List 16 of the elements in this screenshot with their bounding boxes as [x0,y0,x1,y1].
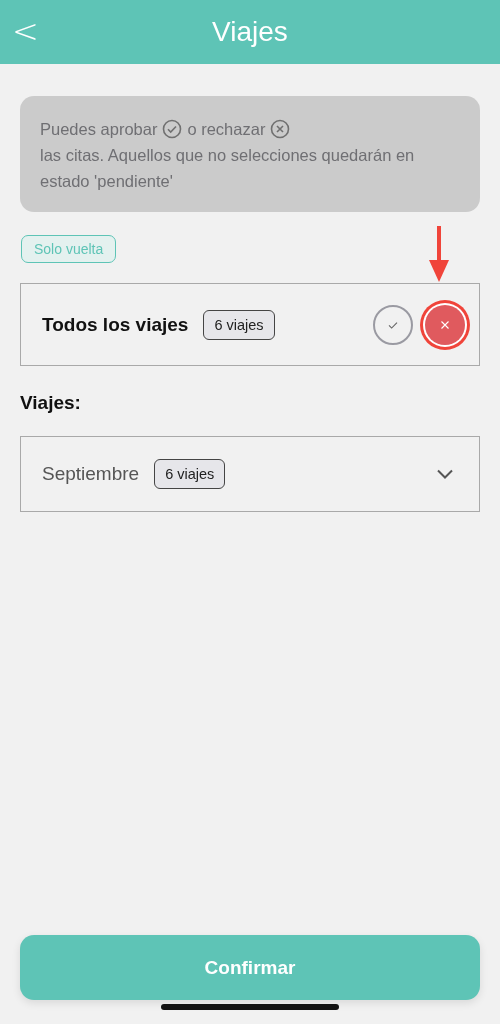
check-circle-icon [162,119,183,139]
trip-count-badge: 6 viajes [154,459,226,489]
back-button[interactable]: < [8,12,43,50]
info-text: o rechazar [187,119,266,140]
all-trips-label: Todos los viajes [42,313,189,336]
month-row[interactable]: Septiembre 6 viajes [20,436,480,512]
screen-title: Viajes [212,16,288,48]
x-circle-icon [270,119,291,139]
trip-count-badge: 6 viajes [203,309,275,340]
month-label: Septiembre [42,463,140,485]
approve-button[interactable] [373,304,413,345]
trip-type-tag: Solo vuelta [21,235,117,263]
section-heading: Viajes: [20,392,82,414]
info-text: las citas. Aquellos que no selecciones quedarán en estado 'pendiente' [40,145,416,192]
info-text: Puedes aprobar [40,119,158,140]
confirm-button[interactable]: Confirmar [20,935,480,1000]
